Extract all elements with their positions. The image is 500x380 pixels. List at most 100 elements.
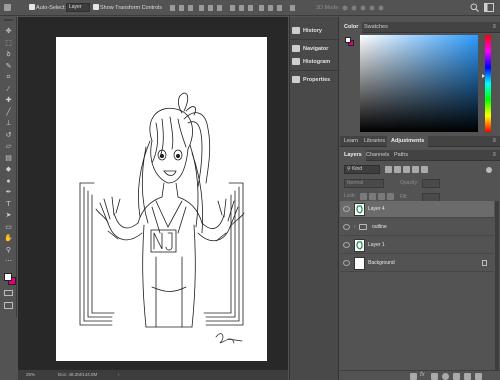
lock-all-icon[interactable] bbox=[387, 193, 394, 200]
auto-select-checkbox[interactable] bbox=[29, 4, 35, 10]
search-icon[interactable] bbox=[470, 3, 479, 12]
hue-slider-handle[interactable] bbox=[482, 74, 485, 78]
lasso-icon[interactable]: ꝺ bbox=[4, 51, 13, 59]
auto-select-target-dropdown[interactable]: Layer bbox=[66, 3, 90, 12]
move-icon[interactable]: ✥ bbox=[4, 28, 13, 36]
filter-smart-object-icon[interactable] bbox=[421, 166, 428, 173]
layer-row[interactable]: Layer 1 bbox=[340, 237, 494, 254]
align-icons[interactable] bbox=[170, 4, 300, 12]
healing-brush-icon[interactable]: ✚ bbox=[4, 97, 13, 105]
layer-name[interactable]: Layer 1 bbox=[368, 242, 385, 248]
strip-item-histogram[interactable]: Histogram bbox=[292, 54, 340, 69]
canvas[interactable] bbox=[56, 37, 267, 361]
status-menu-arrow-icon[interactable]: › bbox=[118, 372, 120, 377]
show-transform-controls-checkbox[interactable] bbox=[93, 4, 99, 10]
add-mask-icon[interactable] bbox=[431, 373, 438, 380]
tab-swatches[interactable]: Swatches bbox=[360, 22, 392, 33]
path-select-icon[interactable]: ➤ bbox=[4, 212, 13, 220]
visibility-eye-icon[interactable] bbox=[343, 242, 350, 248]
visibility-eye-icon[interactable] bbox=[343, 260, 350, 266]
more-tools-icon[interactable]: ⋯ bbox=[4, 258, 13, 266]
visibility-eye-icon[interactable] bbox=[343, 206, 350, 212]
layer-row[interactable]: › outline bbox=[340, 219, 494, 236]
layers-list: Layer 4 › outline Layer 1 Background bbox=[340, 201, 494, 273]
panel-menu-icon[interactable]: ≡ bbox=[492, 24, 496, 30]
visibility-eye-icon[interactable] bbox=[343, 224, 350, 230]
new-layer-icon[interactable] bbox=[464, 373, 471, 380]
status-bar: 25% Doc: 48.2M/144.0M › bbox=[18, 369, 288, 380]
dodge-icon[interactable]: ● bbox=[4, 178, 13, 186]
tab-libraries[interactable]: Libraries bbox=[360, 136, 389, 147]
3d-mode-tools[interactable] bbox=[342, 4, 388, 12]
layer-filter-dropdown[interactable]: ⚲ Kind bbox=[344, 165, 380, 174]
color-panel-tabs: Color Swatches ≡ bbox=[340, 22, 500, 33]
quick-select-icon[interactable]: ✎ bbox=[4, 63, 13, 71]
layer-row[interactable]: Background bbox=[340, 255, 494, 272]
brush-icon[interactable]: ╱ bbox=[4, 109, 13, 117]
lock-label: Lock: bbox=[344, 193, 356, 199]
delete-layer-icon[interactable] bbox=[475, 373, 482, 380]
toolbar-grip[interactable] bbox=[4, 19, 13, 21]
hand-icon[interactable]: ✋ bbox=[4, 235, 13, 243]
color-swatches bbox=[3, 272, 17, 286]
zoom-level[interactable]: 25% bbox=[26, 372, 35, 377]
tab-paths[interactable]: Paths bbox=[390, 150, 412, 161]
layer-style-icon[interactable]: fx bbox=[420, 372, 425, 378]
panel-menu-icon[interactable]: ≡ bbox=[492, 138, 496, 144]
marquee-icon[interactable]: ⬚ bbox=[4, 40, 13, 48]
panel-foreground-swatch[interactable] bbox=[345, 37, 351, 43]
line-art-drawing bbox=[79, 92, 245, 344]
strip-item-history[interactable]: History bbox=[292, 23, 340, 38]
layer-name[interactable]: Layer 4 bbox=[368, 206, 385, 212]
type-icon[interactable]: T bbox=[4, 201, 13, 209]
hue-slider[interactable] bbox=[485, 35, 491, 132]
collapsed-panels-strip: History Navigator Histogram Properties bbox=[289, 17, 340, 380]
color-picker-field[interactable] bbox=[360, 35, 478, 132]
strip-item-label: Properties bbox=[303, 76, 331, 83]
filter-pixel-icon[interactable] bbox=[385, 166, 392, 173]
eyedropper-icon[interactable]: ⁄ bbox=[4, 86, 13, 94]
tab-channels[interactable]: Channels bbox=[362, 150, 393, 161]
layer-thumbnail bbox=[354, 203, 365, 216]
lock-position-icon[interactable] bbox=[378, 193, 385, 200]
filter-toggle-icon[interactable] bbox=[486, 167, 492, 173]
layer-row[interactable]: Layer 4 bbox=[340, 201, 494, 218]
crop-icon[interactable]: ⌗ bbox=[4, 74, 13, 82]
blend-mode-dropdown[interactable]: Normal bbox=[344, 179, 384, 188]
tab-adjustments[interactable]: Adjustments bbox=[387, 136, 429, 147]
adjustment-layer-icon[interactable] bbox=[442, 373, 449, 380]
strip-item-properties[interactable]: Properties bbox=[292, 72, 340, 87]
fill-label: Fill: bbox=[400, 194, 408, 200]
lock-pixels-icon[interactable] bbox=[369, 193, 376, 200]
layers-panel-tabs: Layers Channels Paths ≡ bbox=[340, 150, 500, 161]
histogram-icon bbox=[292, 58, 300, 65]
screen-mode-icon[interactable] bbox=[4, 302, 13, 309]
lock-transparency-icon[interactable] bbox=[360, 193, 367, 200]
layer-name[interactable]: outline bbox=[372, 224, 387, 230]
blur-icon[interactable]: ◆ bbox=[4, 166, 13, 174]
quick-mask-icon[interactable] bbox=[4, 290, 13, 296]
opacity-field[interactable] bbox=[422, 179, 440, 188]
filter-type-icon[interactable] bbox=[403, 166, 410, 173]
gradient-icon[interactable]: ▤ bbox=[4, 155, 13, 163]
filter-shape-icon[interactable] bbox=[412, 166, 419, 173]
panel-menu-icon[interactable]: ≡ bbox=[492, 152, 496, 158]
history-brush-icon[interactable]: ↺ bbox=[4, 132, 13, 140]
eraser-icon[interactable]: ▱ bbox=[4, 143, 13, 151]
tab-learn[interactable]: Learn bbox=[340, 136, 362, 147]
move-tool-preset-icon[interactable] bbox=[4, 4, 11, 11]
pen-icon[interactable]: ✒ bbox=[4, 189, 13, 197]
new-group-icon[interactable] bbox=[453, 373, 460, 380]
clone-stamp-icon[interactable]: ⊥ bbox=[4, 120, 13, 128]
filter-adjustment-icon[interactable] bbox=[394, 166, 401, 173]
layer-thumbnail bbox=[354, 239, 365, 252]
layers-scrollbar[interactable] bbox=[495, 201, 499, 371]
foreground-color-swatch[interactable] bbox=[4, 273, 12, 281]
shape-icon[interactable]: ▭ bbox=[4, 224, 13, 232]
layer-name[interactable]: Background bbox=[368, 260, 395, 266]
workspace-icon[interactable] bbox=[484, 3, 494, 12]
strip-divider bbox=[290, 39, 340, 40]
expand-arrow-icon[interactable]: › bbox=[354, 224, 356, 230]
zoom-icon[interactable]: ⚲ bbox=[4, 247, 13, 255]
link-layers-icon[interactable] bbox=[410, 373, 417, 380]
